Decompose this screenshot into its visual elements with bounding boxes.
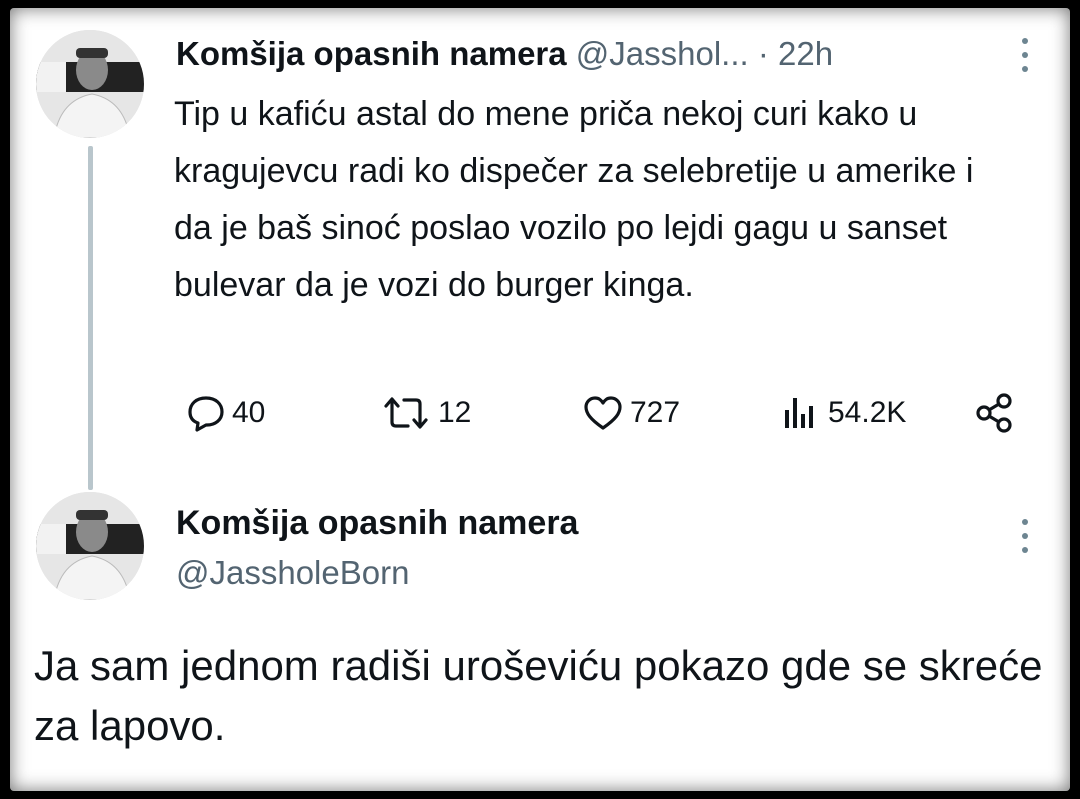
tweet1-handle[interactable]: @Jasshol... xyxy=(576,35,749,72)
tweet1-timestamp[interactable]: 22h xyxy=(778,35,833,72)
tweet1-header: Komšija opasnih namera @Jasshol... · 22h xyxy=(176,34,833,74)
reply-icon xyxy=(188,396,224,432)
reply-button[interactable]: 40 xyxy=(186,390,265,436)
share-icon xyxy=(976,393,1012,433)
tweet1-action-bar: 40 12 727 54.2K xyxy=(174,390,1034,436)
tweet-thread-frame: Komšija opasnih namera @Jasshol... · 22h… xyxy=(10,8,1070,791)
thread-connector-line xyxy=(88,146,93,490)
share-button[interactable] xyxy=(974,390,1022,436)
tweet1-separator: · xyxy=(757,35,769,72)
tweet1-more-icon[interactable] xyxy=(1021,38,1029,72)
like-count: 727 xyxy=(630,396,681,429)
tweet1-text: Tip u kafiću astal do mene priča nekoj c… xyxy=(174,95,974,304)
retweet-count: 12 xyxy=(438,396,472,429)
tweet1-author-name[interactable]: Komšija opasnih namera xyxy=(176,35,567,72)
like-button[interactable]: 727 xyxy=(582,390,680,436)
reply-count: 40 xyxy=(232,396,266,429)
avatar-photo-icon xyxy=(36,30,144,138)
tweet2-handle[interactable]: @JassholeBorn xyxy=(176,554,409,592)
views-button[interactable]: 54.2K xyxy=(782,390,906,436)
views-icon xyxy=(785,398,813,428)
tweet2-text: Ja sam jednom radiši uroševiću pokazo gd… xyxy=(34,642,1043,749)
tweet2-author-name[interactable]: Komšija opasnih namera xyxy=(176,504,578,543)
tweet2-more-icon[interactable] xyxy=(1021,519,1029,553)
like-icon xyxy=(584,396,622,430)
retweet-button[interactable]: 12 xyxy=(380,390,471,436)
views-count: 54.2K xyxy=(828,396,907,429)
tweet2-avatar[interactable] xyxy=(36,492,144,600)
avatar-photo-icon xyxy=(36,492,144,600)
tweet1-avatar[interactable] xyxy=(36,30,144,138)
retweet-icon xyxy=(384,397,428,429)
